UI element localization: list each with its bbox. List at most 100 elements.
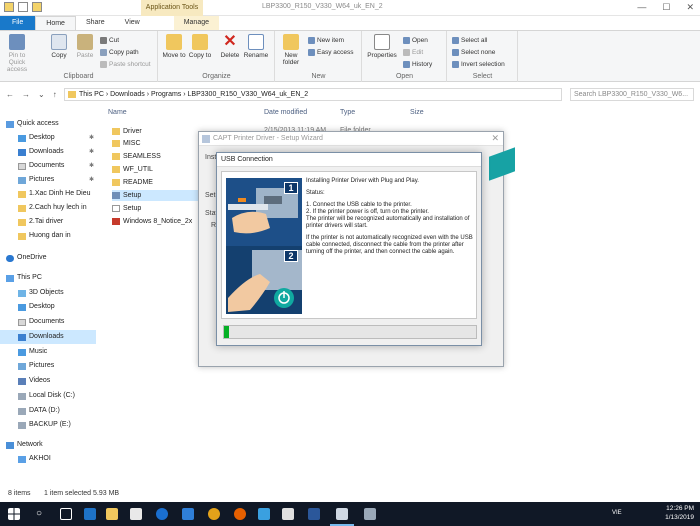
nav-onedrive[interactable]: OneDrive: [6, 251, 102, 265]
recent-locations-icon[interactable]: ⌄: [38, 90, 45, 99]
tab-share[interactable]: Share: [76, 16, 115, 30]
history-button[interactable]: History: [403, 59, 432, 69]
breadcrumb[interactable]: This PC › Downloads › Programs › LBP3300…: [79, 91, 308, 98]
search-input[interactable]: Search LBP3300_R150_V330_W6...: [570, 88, 694, 101]
file-explorer-icon[interactable]: [106, 508, 118, 520]
word-icon[interactable]: [308, 508, 320, 520]
forward-icon[interactable]: →: [22, 90, 30, 99]
nav-item-desktop[interactable]: Desktop: [18, 300, 96, 314]
chrome-icon[interactable]: [208, 508, 220, 520]
nav-item-documents[interactable]: Documents ✱: [18, 159, 96, 173]
pdf-icon: [112, 218, 120, 225]
minimize-button[interactable]: —: [637, 2, 646, 13]
nav-item-documents[interactable]: Documents: [18, 315, 96, 329]
list-item[interactable]: MISC: [112, 138, 202, 149]
column-date-modified[interactable]: Date modified: [264, 109, 307, 116]
application-tools-label: Application Tools: [141, 0, 203, 16]
nav-item-folder[interactable]: 2.Cach huy lech in: [18, 201, 96, 215]
nav-item-downloads-selected[interactable]: Downloads: [0, 330, 96, 344]
nav-item-local-disk[interactable]: Local Disk (C:): [18, 389, 96, 403]
new-item-button[interactable]: New item: [308, 35, 344, 45]
close-icon[interactable]: ✕: [491, 133, 499, 144]
new-folder-icon[interactable]: [32, 2, 42, 12]
paste-button[interactable]: Paste: [72, 34, 98, 59]
properties-button[interactable]: Properties: [365, 34, 399, 59]
list-item-selected[interactable]: Setup: [112, 190, 202, 201]
delete-button[interactable]: ✕ Delete: [217, 34, 243, 60]
select-none-button[interactable]: Select none: [452, 47, 495, 57]
wizard-title-bar: CAPT Printer Driver - Setup Wizard: [199, 132, 503, 146]
easy-access-button[interactable]: Easy access: [308, 47, 354, 57]
search-icon[interactable]: ○: [36, 508, 48, 520]
tab-home[interactable]: Home: [35, 16, 76, 30]
new-folder-icon: [283, 34, 299, 50]
tab-file[interactable]: File: [0, 16, 36, 30]
nav-item-videos[interactable]: Videos: [18, 374, 96, 388]
up-icon[interactable]: ↑: [53, 90, 57, 99]
pin-to-quick-access-button[interactable]: Pin to Quick access: [4, 34, 30, 73]
app-icon[interactable]: [258, 508, 270, 520]
clock[interactable]: 12:26 PM 1/13/2019: [665, 504, 694, 522]
paste-shortcut-button[interactable]: Paste shortcut: [100, 59, 151, 69]
copy-button[interactable]: Copy: [46, 34, 72, 59]
nav-item-folder[interactable]: 2.Tai driver: [18, 215, 96, 229]
nav-item-3d-objects[interactable]: 3D Objects: [18, 286, 96, 300]
nav-network[interactable]: Network: [6, 438, 102, 452]
select-all-button[interactable]: Select all: [452, 35, 487, 45]
videos-icon: [18, 377, 26, 385]
store-icon[interactable]: [130, 508, 142, 520]
nav-item-pictures[interactable]: Pictures: [18, 359, 96, 373]
list-item[interactable]: Driver: [112, 126, 202, 137]
nav-item-folder[interactable]: Huong dan in: [18, 229, 96, 243]
nav-item-data-drive[interactable]: DATA (D:): [18, 404, 96, 418]
invert-selection-button[interactable]: Invert selection: [452, 59, 505, 69]
network-icon: [6, 441, 14, 449]
column-name[interactable]: Name: [108, 109, 127, 116]
nav-item-desktop[interactable]: Desktop ✱: [18, 131, 96, 145]
column-size[interactable]: Size: [410, 109, 424, 116]
nav-item-downloads[interactable]: Downloads ✱: [18, 145, 96, 159]
address-bar[interactable]: This PC › Downloads › Programs › LBP3300…: [64, 88, 562, 101]
back-icon[interactable]: ←: [6, 90, 14, 99]
rename-button[interactable]: Rename: [243, 34, 269, 59]
start-windows-icon[interactable]: [8, 508, 20, 520]
app-icon[interactable]: [282, 508, 294, 520]
list-item[interactable]: WF_UTIL: [112, 164, 202, 175]
open-button[interactable]: Open: [403, 35, 428, 45]
folder-icon[interactable]: [4, 2, 14, 12]
cut-button[interactable]: Cut: [100, 35, 119, 45]
group-label: Organize: [202, 73, 231, 80]
nav-item-pictures[interactable]: Pictures ✱: [18, 173, 96, 187]
nav-item-music[interactable]: Music: [18, 345, 96, 359]
list-item[interactable]: Setup: [112, 203, 202, 214]
nav-item-folder[interactable]: 1.Xac Dinh He Dieu: [18, 187, 96, 201]
column-type[interactable]: Type: [340, 109, 355, 116]
language-indicator[interactable]: VIE: [612, 510, 622, 516]
mail-icon[interactable]: [182, 508, 194, 520]
list-item[interactable]: Windows 8_Notice_2x: [112, 216, 202, 227]
nav-this-pc[interactable]: This PC: [6, 271, 102, 285]
app-icon[interactable]: [156, 508, 168, 520]
edge-icon[interactable]: [84, 508, 96, 520]
nav-quick-access[interactable]: Quick access: [6, 117, 102, 131]
select-all-icon: [452, 36, 459, 44]
list-item[interactable]: README: [112, 177, 202, 188]
list-item[interactable]: SEAMLESS: [112, 151, 202, 162]
maximize-button[interactable]: ☐: [662, 2, 670, 13]
close-button[interactable]: ✕: [686, 2, 694, 13]
printer-setup-icon[interactable]: [336, 508, 348, 520]
properties-icon[interactable]: [18, 2, 28, 12]
copy-path-button[interactable]: Copy path: [100, 47, 139, 57]
nav-item-backup-drive[interactable]: BACKUP (E:): [18, 418, 96, 432]
new-folder-button[interactable]: New folder: [278, 34, 304, 66]
tab-manage[interactable]: Manage: [173, 16, 219, 30]
app-icon[interactable]: [364, 508, 376, 520]
nav-item-computer[interactable]: AKHOI: [18, 452, 96, 466]
tab-view[interactable]: View: [115, 16, 150, 30]
firefox-icon[interactable]: [234, 508, 246, 520]
copy-to-button[interactable]: Copy to: [187, 34, 213, 59]
drive-icon: [18, 407, 26, 415]
task-view-icon[interactable]: [60, 508, 72, 520]
edit-button[interactable]: Edit: [403, 47, 423, 57]
move-to-button[interactable]: Move to: [161, 34, 187, 59]
